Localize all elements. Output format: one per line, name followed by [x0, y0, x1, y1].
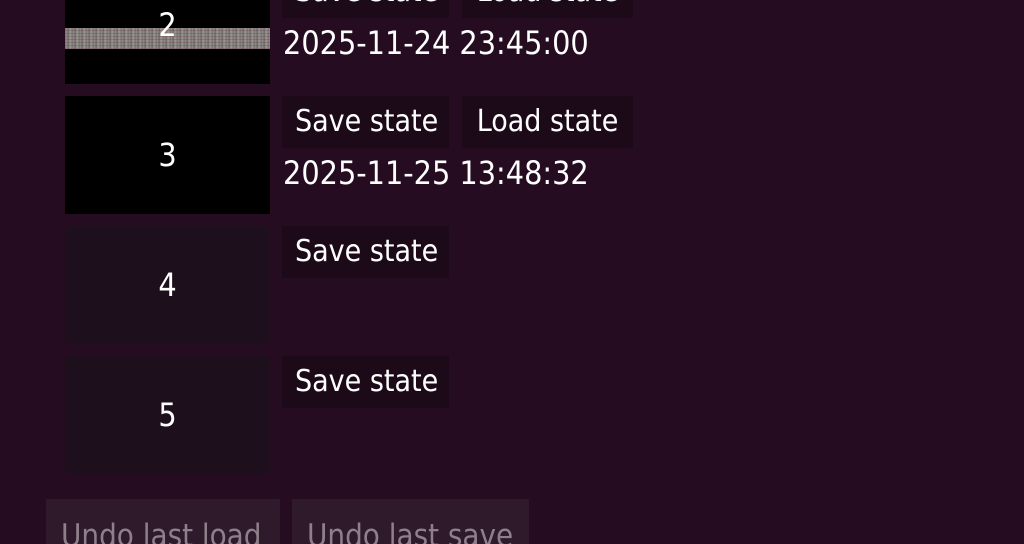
slot-3-thumbnail: 3 — [65, 96, 270, 214]
save-slot-3: 3 Save state Load state 2025-11-25 13:48… — [65, 96, 633, 214]
save-state-button[interactable]: Save state — [282, 0, 449, 18]
save-state-button[interactable]: Save state — [282, 96, 449, 148]
save-slot-2: 2 Save state Load state 2025-11-24 23:45… — [65, 0, 633, 84]
slot-timestamp: 2025-11-25 13:48:32 — [283, 154, 589, 192]
save-state-panel: 2 Save state Load state 2025-11-24 23:45… — [0, 0, 1024, 544]
slot-4-thumbnail: 4 — [65, 226, 270, 344]
save-state-button[interactable]: Save state — [282, 226, 449, 278]
undo-last-save-button[interactable]: Undo last save — [292, 499, 529, 544]
slot-number: 4 — [158, 266, 177, 304]
slot-number: 2 — [158, 6, 177, 44]
slot-5-thumbnail: 5 — [65, 356, 270, 474]
save-slot-4: 4 Save state — [65, 226, 633, 344]
slot-number: 5 — [158, 396, 177, 434]
load-state-button[interactable]: Load state — [462, 0, 633, 18]
save-state-button[interactable]: Save state — [282, 356, 449, 408]
slot-timestamp: 2025-11-24 23:45:00 — [283, 24, 589, 62]
slot-number: 3 — [158, 136, 177, 174]
save-slot-5: 5 Save state — [65, 356, 633, 474]
load-state-button[interactable]: Load state — [462, 96, 633, 148]
slot-2-thumbnail: 2 — [65, 0, 270, 84]
undo-last-load-button[interactable]: Undo last load — [46, 499, 280, 544]
